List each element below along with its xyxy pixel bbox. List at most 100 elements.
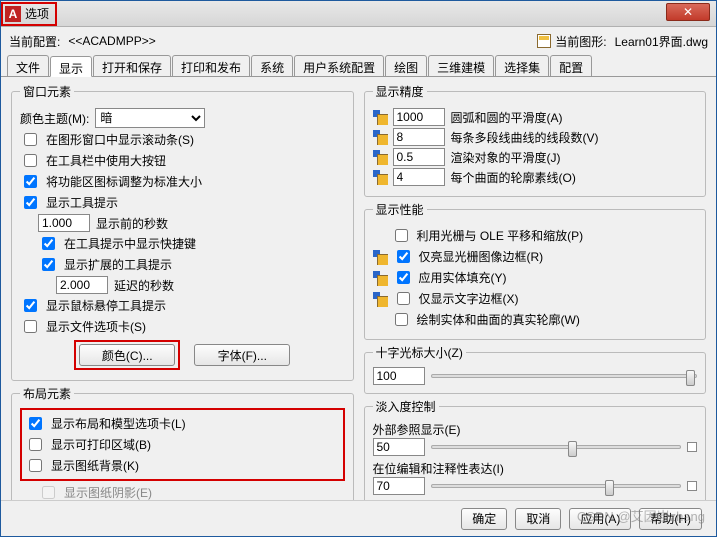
crosshair-size-group: 十字光标大小(Z) (364, 344, 707, 394)
tooltip-delay-label: 显示前的秒数 (96, 215, 168, 232)
close-button[interactable]: ✕ (666, 3, 710, 21)
polyline-segs-input[interactable] (393, 128, 445, 146)
std-icons-label: 将功能区图标调整为标准大小 (46, 173, 202, 190)
ext-tooltip-delay-input[interactable] (56, 276, 108, 294)
true-silhouette-label: 绘制实体和曲面的真实轮廓(W) (417, 311, 580, 328)
text-boundary-checkbox[interactable] (397, 292, 410, 305)
file-tabs-checkbox[interactable] (24, 320, 37, 333)
layout-tabs-checkbox[interactable] (29, 417, 42, 430)
arc-smoothness-input[interactable] (393, 108, 445, 126)
apply-button[interactable]: 应用(A) (569, 508, 631, 530)
tab-3d-modeling[interactable]: 三维建模 (428, 55, 494, 76)
content-area: 窗口元素 颜色主题(M): 暗 在图形窗口中显示滚动条(S) 在工具栏中使用大按… (1, 77, 716, 500)
dialog-footer: 确定 取消 应用(A) 帮助(H) (1, 500, 716, 536)
raster-ole-pan-label: 利用光栅与 OLE 平移和缩放(P) (417, 227, 584, 244)
slider-end-icon (687, 481, 697, 491)
options-dialog: A 选项 ✕ 当前配置: <<ACADMPP>> 当前图形: Learn01界面… (0, 0, 717, 537)
display-precision-legend: 显示精度 (373, 83, 427, 100)
layout-highlight-box: 显示布局和模型选项卡(L) 显示可打印区域(B) 显示图纸背景(K) (20, 408, 345, 481)
dwg-icon (373, 250, 387, 264)
cancel-button[interactable]: 取消 (515, 508, 561, 530)
dwg-icon (373, 150, 387, 164)
tab-profiles[interactable]: 配置 (550, 55, 592, 76)
ok-button[interactable]: 确定 (461, 508, 507, 530)
xref-fade-label: 外部参照显示(E) (373, 421, 698, 438)
window-title: 选项 (25, 5, 49, 22)
printable-area-label: 显示可打印区域(B) (51, 436, 151, 453)
arc-smoothness-label: 圆弧和圆的平滑度(A) (451, 109, 563, 126)
hover-tooltip-label: 显示鼠标悬停工具提示 (46, 297, 166, 314)
inplace-fade-slider[interactable] (431, 484, 682, 488)
left-column: 窗口元素 颜色主题(M): 暗 在图形窗口中显示滚动条(S) 在工具栏中使用大按… (11, 83, 354, 496)
ext-tooltip-label: 显示扩展的工具提示 (64, 256, 172, 273)
window-elements-group: 窗口元素 颜色主题(M): 暗 在图形窗口中显示滚动条(S) 在工具栏中使用大按… (11, 83, 354, 381)
hover-tooltip-checkbox[interactable] (24, 299, 37, 312)
layout-elements-group: 布局元素 显示布局和模型选项卡(L) 显示可打印区域(B) 显示图纸背景(K) … (11, 385, 354, 500)
tab-open-save[interactable]: 打开和保存 (93, 55, 171, 76)
inplace-fade-input[interactable] (373, 477, 425, 495)
help-button[interactable]: 帮助(H) (639, 508, 702, 530)
layout-tabs-label: 显示布局和模型选项卡(L) (51, 415, 186, 432)
xref-fade-slider[interactable] (431, 445, 682, 449)
profile-value: <<ACADMPP>> (68, 34, 155, 48)
contour-lines-input[interactable] (393, 168, 445, 186)
drawing-value: Learn01界面.dwg (615, 33, 708, 50)
slider-end-icon (687, 442, 697, 452)
scrollbars-checkbox[interactable] (24, 133, 37, 146)
color-theme-select[interactable]: 暗 (95, 108, 205, 128)
render-smooth-label: 渲染对象的平滑度(J) (451, 149, 561, 166)
color-theme-label: 颜色主题(M): (20, 110, 89, 127)
tab-file[interactable]: 文件 (7, 55, 49, 76)
app-icon: A (5, 6, 21, 22)
printable-area-checkbox[interactable] (29, 438, 42, 451)
dwg-icon (373, 170, 387, 184)
dwg-icon (373, 292, 387, 306)
render-smooth-input[interactable] (393, 148, 445, 166)
tab-print-publish[interactable]: 打印和发布 (172, 55, 250, 76)
colors-button[interactable]: 颜色(C)... (79, 344, 175, 366)
true-silhouette-checkbox[interactable] (395, 313, 408, 326)
tab-drafting[interactable]: 绘图 (385, 55, 427, 76)
tooltip-shortcut-checkbox[interactable] (42, 237, 55, 250)
drawing-label: 当前图形: (555, 33, 606, 50)
paper-bg-checkbox[interactable] (29, 459, 42, 472)
tooltip-delay-input[interactable] (38, 214, 90, 232)
paper-bg-label: 显示图纸背景(K) (51, 457, 139, 474)
tab-selection[interactable]: 选择集 (495, 55, 549, 76)
paper-shadow-checkbox[interactable] (42, 486, 55, 499)
crosshair-size-slider[interactable] (431, 374, 698, 378)
std-icons-checkbox[interactable] (24, 175, 37, 188)
tooltips-label: 显示工具提示 (46, 194, 118, 211)
large-buttons-checkbox[interactable] (24, 154, 37, 167)
display-performance-legend: 显示性能 (373, 201, 427, 218)
crosshair-size-input[interactable] (373, 367, 425, 385)
layout-elements-legend: 布局元素 (20, 385, 74, 402)
title-highlight: A 选项 (1, 2, 57, 26)
display-precision-group: 显示精度 圆弧和圆的平滑度(A) 每条多段线曲线的线段数(V) 渲染对象的平滑度… (364, 83, 707, 197)
tab-display[interactable]: 显示 (50, 56, 92, 77)
tab-user-prefs[interactable]: 用户系统配置 (294, 55, 384, 76)
contour-lines-label: 每个曲面的轮廓素线(O) (451, 169, 576, 186)
text-boundary-label: 仅显示文字边框(X) (419, 290, 519, 307)
top-info-row: 当前配置: <<ACADMPP>> 当前图形: Learn01界面.dwg (1, 27, 716, 55)
dwg-icon (373, 110, 387, 124)
right-column: 显示精度 圆弧和圆的平滑度(A) 每条多段线曲线的线段数(V) 渲染对象的平滑度… (364, 83, 707, 496)
raster-frame-checkbox[interactable] (397, 250, 410, 263)
polyline-segs-label: 每条多段线曲线的线段数(V) (451, 129, 599, 146)
inplace-fade-label: 在位编辑和注释性表达(I) (373, 460, 698, 477)
ext-tooltip-delay-label: 延迟的秒数 (114, 277, 174, 294)
tooltip-shortcut-label: 在工具提示中显示快捷键 (64, 235, 196, 252)
raster-frame-label: 仅亮显光栅图像边框(R) (419, 248, 544, 265)
xref-fade-input[interactable] (373, 438, 425, 456)
tab-system[interactable]: 系统 (251, 55, 293, 76)
tooltips-checkbox[interactable] (24, 196, 37, 209)
raster-ole-pan-checkbox[interactable] (395, 229, 408, 242)
display-performance-group: 显示性能 利用光栅与 OLE 平移和缩放(P) 仅亮显光栅图像边框(R) 应用实… (364, 201, 707, 340)
solid-fill-label: 应用实体填充(Y) (419, 269, 507, 286)
title-bar: A 选项 ✕ (1, 1, 716, 27)
fonts-button[interactable]: 字体(F)... (194, 344, 290, 366)
solid-fill-checkbox[interactable] (397, 271, 410, 284)
ext-tooltip-checkbox[interactable] (42, 258, 55, 271)
fade-control-legend: 淡入度控制 (373, 398, 439, 415)
dwg-icon (373, 271, 387, 285)
